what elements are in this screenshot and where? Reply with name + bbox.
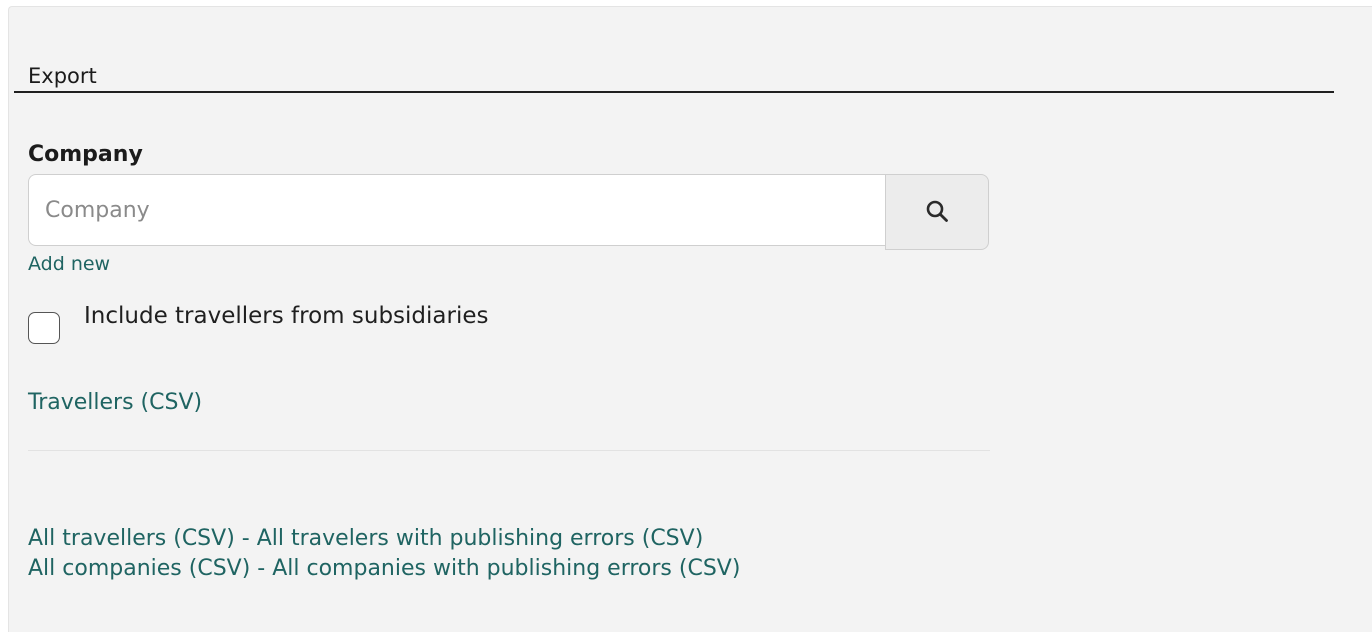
company-search-input[interactable]: [28, 174, 886, 246]
export-links-row: All companies (CSV) - All companies with…: [28, 556, 740, 581]
divider: [28, 450, 990, 451]
link-separator: -: [234, 526, 257, 551]
export-links-row: All travellers (CSV) - All travelers wit…: [28, 526, 703, 551]
section-divider: [14, 91, 1334, 93]
all-companies-csv-link[interactable]: All companies (CSV): [28, 556, 250, 581]
travelers-publishing-errors-csv-link[interactable]: All travelers with publishing errors (CS…: [257, 526, 704, 551]
search-icon: [925, 199, 949, 226]
link-separator: -: [250, 556, 273, 581]
all-travellers-csv-link[interactable]: All travellers (CSV): [28, 526, 235, 551]
company-label: Company: [28, 142, 143, 167]
section-title: Export: [28, 64, 97, 88]
include-subsidiaries-label: Include travellers from subsidiaries: [84, 303, 489, 329]
travellers-csv-link[interactable]: Travellers (CSV): [28, 390, 202, 415]
companies-publishing-errors-csv-link[interactable]: All companies with publishing errors (CS…: [272, 556, 740, 581]
company-search-button[interactable]: [885, 174, 989, 250]
include-subsidiaries-checkbox[interactable]: [28, 312, 60, 344]
add-new-company-link[interactable]: Add new: [28, 253, 110, 275]
